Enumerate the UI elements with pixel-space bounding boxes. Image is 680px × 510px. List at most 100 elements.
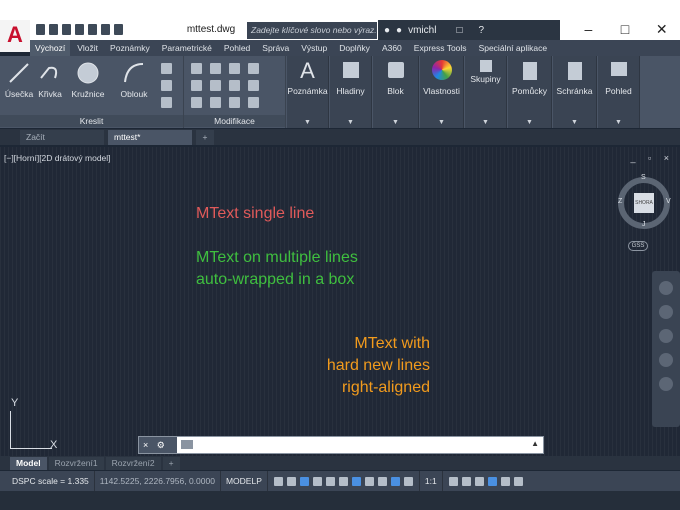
chevron-up-icon[interactable]: ▲ (531, 439, 539, 448)
orbit-icon[interactable] (659, 353, 673, 367)
plus-icon[interactable] (461, 476, 471, 486)
close-button[interactable]: ✕ (643, 20, 680, 40)
tab-model[interactable]: Model (10, 457, 47, 470)
ortho-icon[interactable] (299, 476, 309, 486)
search-input[interactable]: Zadejte klíčové slovo nebo výraz. (247, 22, 377, 39)
tab-featured-apps[interactable]: Speciální aplikace (474, 40, 553, 56)
prompt-icon[interactable] (181, 440, 193, 449)
explode-icon[interactable] (248, 80, 259, 91)
compass-north[interactable]: S (641, 174, 646, 181)
new-tab-button[interactable]: + (196, 130, 214, 145)
object-snap-icon[interactable] (351, 476, 361, 486)
customize-icon[interactable] (513, 476, 523, 486)
polar-icon[interactable] (312, 476, 322, 486)
print-icon[interactable] (88, 24, 97, 35)
ucs-menu-button[interactable]: GSS (628, 241, 648, 251)
region-icon[interactable] (161, 97, 172, 108)
draw-panel-title[interactable]: Kreslit (0, 115, 183, 127)
save-icon[interactable] (62, 24, 71, 35)
zoom-icon[interactable] (659, 329, 673, 343)
groups-tool[interactable]: Skupiny ▼ (465, 56, 507, 128)
copy-icon[interactable] (191, 80, 202, 91)
tab-a360[interactable]: A360 (377, 40, 407, 56)
tab-insert[interactable]: Vložit (72, 40, 103, 56)
trim-icon[interactable] (229, 63, 240, 74)
command-input[interactable] (197, 439, 527, 451)
stretch-icon[interactable] (191, 97, 202, 108)
viewport-controls[interactable]: [−][Horní][2D drátový model] (4, 153, 111, 163)
minimize-button[interactable]: – (570, 20, 607, 40)
coordinates-readout[interactable]: 1142.5225, 2226.7956, 0.0000 (95, 471, 221, 491)
rotate-icon[interactable] (210, 63, 221, 74)
help-button[interactable]: ? (478, 25, 484, 36)
tab-parametric[interactable]: Parametrické (157, 40, 217, 56)
clean-screen-icon[interactable] (500, 476, 510, 486)
close-icon[interactable]: × (143, 440, 148, 450)
tab-addins[interactable]: Doplňky (334, 40, 375, 56)
pan-icon[interactable] (659, 305, 673, 319)
viewcube-top-face[interactable]: SHORA (634, 193, 654, 213)
compass-west[interactable]: Z (618, 198, 622, 205)
tab-output[interactable]: Výstup (296, 40, 332, 56)
redo-icon[interactable] (114, 24, 123, 35)
open-icon[interactable] (49, 24, 58, 35)
scale-icon[interactable] (210, 97, 221, 108)
binoculars-icon[interactable]: ● (384, 25, 390, 36)
polyline-tool[interactable]: Křivka (34, 60, 66, 99)
block-tool[interactable]: Blok ▼ (373, 56, 419, 128)
tab-layout2[interactable]: Rozvržení2 (105, 457, 161, 470)
erase-icon[interactable] (248, 63, 259, 74)
grid-icon[interactable] (273, 476, 283, 486)
view-tool[interactable]: Pohled ▼ (598, 56, 640, 128)
hatch-icon[interactable] (161, 80, 172, 91)
drawing-viewport[interactable]: [−][Horní][2D drátový model] _ ▫ × MText… (0, 147, 680, 457)
cart-icon[interactable]: □ (456, 25, 462, 36)
showmotion-icon[interactable] (659, 377, 673, 391)
undo-icon[interactable] (101, 24, 110, 35)
isolate-objects-icon[interactable] (487, 476, 497, 486)
utilities-tool[interactable]: Pomůcky ▼ (508, 56, 552, 128)
compass-east[interactable]: V (666, 198, 671, 205)
tab-annotate[interactable]: Poznámky (105, 40, 155, 56)
object-snap-tracking-icon[interactable] (338, 476, 348, 486)
properties-tool[interactable]: Vlastnosti ▼ (420, 56, 464, 128)
tab-home[interactable]: Výchozí (30, 40, 71, 56)
modify-panel-title[interactable]: Modifikace (184, 115, 285, 127)
clipboard-tool[interactable]: Schránka ▼ (553, 56, 597, 128)
lineweight-icon[interactable] (364, 476, 374, 486)
auto-scale-icon[interactable] (403, 476, 413, 486)
isodraft-icon[interactable] (325, 476, 335, 486)
gear-icon[interactable] (448, 476, 458, 486)
transparency-icon[interactable] (377, 476, 387, 486)
compass-south[interactable]: J (642, 221, 646, 228)
line-tool[interactable]: Úsečka (4, 60, 34, 99)
layers-tool[interactable]: Hladiny ▼ (330, 56, 372, 128)
mtext-multiline[interactable]: MText on multiple lines auto-wrapped in … (196, 247, 358, 291)
annotation-scale[interactable]: 1:1 (418, 471, 443, 491)
tab-express-tools[interactable]: Express Tools (409, 40, 472, 56)
rectangle-icon[interactable] (161, 63, 172, 74)
tab-view[interactable]: Pohled (219, 40, 255, 56)
wrench-icon[interactable]: ⚙ (157, 440, 165, 450)
fillet-icon[interactable] (229, 80, 240, 91)
new-icon[interactable] (36, 24, 45, 35)
annotation-visibility-icon[interactable] (390, 476, 400, 486)
tab-drawing[interactable]: mttest* ✕ (108, 130, 192, 157)
steering-wheel-icon[interactable] (659, 281, 673, 295)
add-layout-button[interactable]: + (162, 457, 180, 470)
tab-start[interactable]: Začít (20, 130, 104, 145)
app-menu-button[interactable]: A (0, 20, 30, 52)
save-as-icon[interactable] (75, 24, 84, 35)
arc-tool[interactable]: Oblouk (116, 60, 152, 99)
annotation-tool[interactable]: A Poznámka ▼ (287, 56, 329, 128)
move-icon[interactable] (191, 63, 202, 74)
viewport-window-buttons[interactable]: _ ▫ × (631, 153, 674, 163)
hardware-acceleration-icon[interactable] (474, 476, 484, 486)
offset-icon[interactable] (248, 97, 259, 108)
mtext-single-line[interactable]: MText single line (196, 203, 314, 225)
maximize-button[interactable]: □ (607, 20, 644, 40)
circle-tool[interactable]: Kružnice (68, 60, 108, 99)
tab-manage[interactable]: Správa (257, 40, 294, 56)
mtext-right-aligned[interactable]: MText with hard new lines right-aligned (327, 333, 430, 399)
mirror-icon[interactable] (210, 80, 221, 91)
